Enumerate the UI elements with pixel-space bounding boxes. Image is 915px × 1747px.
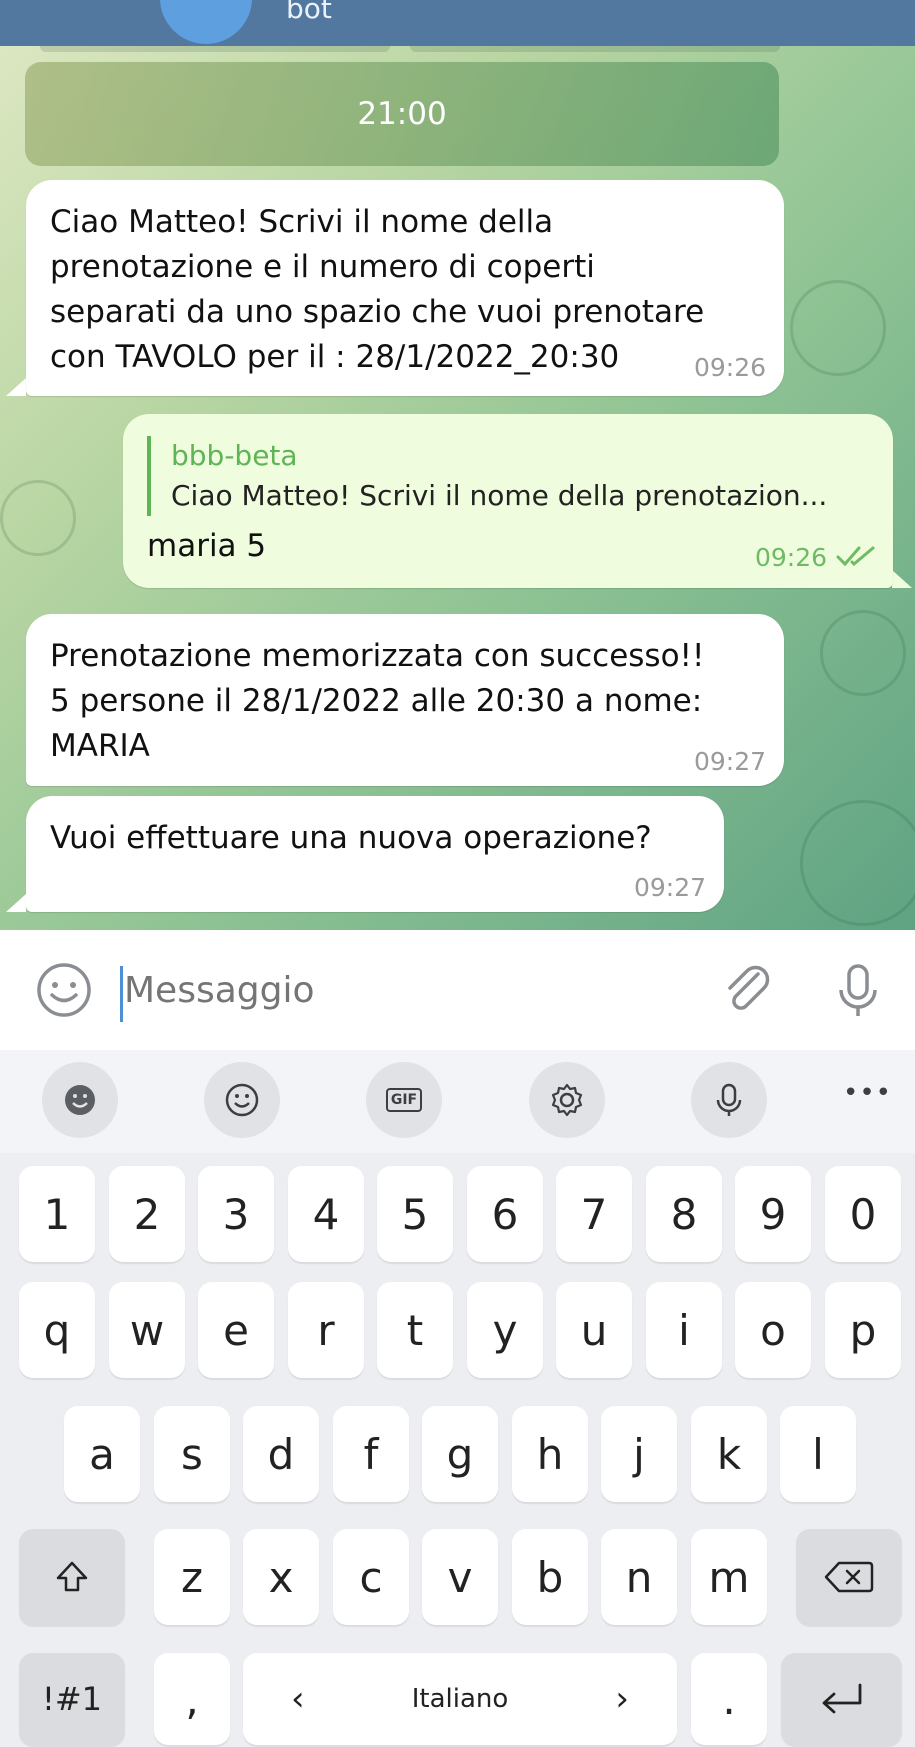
- message-text: Prenotazione memorizzata con successo!! …: [50, 638, 705, 764]
- key-comma[interactable]: ,: [154, 1653, 230, 1745]
- key-z[interactable]: z: [154, 1529, 230, 1625]
- message-bubble-incoming[interactable]: Vuoi effettuare una nuova operazione? 09…: [26, 796, 724, 912]
- enter-key[interactable]: [781, 1653, 902, 1745]
- background-doodle: [820, 610, 906, 696]
- message-time: 09:27: [693, 747, 766, 776]
- background-doodle: [800, 800, 915, 926]
- chat-header[interactable]: bot: [0, 0, 915, 46]
- key-7[interactable]: 7: [556, 1166, 632, 1262]
- language-prev-icon: ‹: [291, 1679, 305, 1719]
- pinned-bar: [410, 46, 780, 52]
- sticker-icon: [65, 1085, 95, 1115]
- key-9[interactable]: 9: [735, 1166, 811, 1262]
- key-3[interactable]: 3: [198, 1166, 274, 1262]
- background-doodle: [790, 280, 886, 376]
- key-0[interactable]: 0: [825, 1166, 901, 1262]
- key-j[interactable]: j: [601, 1406, 677, 1502]
- message-bubble-incoming[interactable]: Prenotazione memorizzata con successo!! …: [26, 614, 784, 786]
- key-i[interactable]: i: [646, 1282, 722, 1378]
- symbols-key[interactable]: !#1: [19, 1653, 125, 1745]
- message-bubble-incoming[interactable]: Ciao Matteo! Scrivi il nome della prenot…: [26, 180, 784, 396]
- space-key[interactable]: ‹ Italiano ›: [243, 1653, 677, 1745]
- backspace-key[interactable]: [796, 1529, 902, 1625]
- message-text: Ciao Matteo! Scrivi il nome della prenot…: [50, 204, 705, 375]
- key-m[interactable]: m: [691, 1529, 767, 1625]
- key-6[interactable]: 6: [467, 1166, 543, 1262]
- key-a[interactable]: a: [64, 1406, 140, 1502]
- message-bubble-outgoing[interactable]: bbb-beta Ciao Matteo! Scrivi il nome del…: [123, 414, 893, 588]
- key-b[interactable]: b: [512, 1529, 588, 1625]
- settings-icon: [551, 1083, 583, 1117]
- key-8[interactable]: 8: [646, 1166, 722, 1262]
- chat-area: bot 21:00 Ciao Matteo! Scrivi il nome de…: [0, 0, 915, 930]
- message-text: Vuoi effettuare una nuova operazione?: [50, 820, 652, 856]
- key-p[interactable]: p: [825, 1282, 901, 1378]
- key-n[interactable]: n: [601, 1529, 677, 1625]
- bubble-tail: [6, 894, 26, 912]
- key-r[interactable]: r: [288, 1282, 364, 1378]
- key-w[interactable]: w: [109, 1282, 185, 1378]
- header-subtitle: bot: [286, 0, 332, 25]
- date-chip: 21:00: [25, 62, 779, 166]
- message-text: maria 5: [147, 528, 267, 564]
- message-time: 09:27: [633, 873, 706, 902]
- voice-icon: [716, 1083, 742, 1116]
- smiley-icon: [225, 1083, 259, 1117]
- bubble-tail: [892, 570, 912, 588]
- avatar[interactable]: [160, 0, 252, 44]
- key-5[interactable]: 5: [377, 1166, 453, 1262]
- key-g[interactable]: g: [422, 1406, 498, 1502]
- key-k[interactable]: k: [691, 1406, 767, 1502]
- mic-icon[interactable]: [828, 960, 888, 1020]
- bubble-tail: [6, 378, 26, 396]
- sticker-button[interactable]: [42, 1062, 118, 1138]
- emoji-icon[interactable]: [34, 960, 94, 1020]
- key-2[interactable]: 2: [109, 1166, 185, 1262]
- key-c[interactable]: c: [333, 1529, 409, 1625]
- double-check-icon: [836, 546, 875, 567]
- text-cursor: [120, 966, 123, 1022]
- pinned-bar: [40, 46, 390, 52]
- key-d[interactable]: d: [243, 1406, 319, 1502]
- background-doodle: [0, 480, 76, 556]
- settings-button[interactable]: [529, 1062, 605, 1138]
- key-u[interactable]: u: [556, 1282, 632, 1378]
- key-l[interactable]: l: [780, 1406, 856, 1502]
- key-h[interactable]: h: [512, 1406, 588, 1502]
- reply-preview[interactable]: bbb-beta Ciao Matteo! Scrivi il nome del…: [147, 436, 827, 516]
- reply-author: bbb-beta: [171, 439, 298, 472]
- language-next-icon: ›: [615, 1679, 629, 1719]
- gif-button[interactable]: GIF: [366, 1062, 442, 1138]
- key-e[interactable]: e: [198, 1282, 274, 1378]
- message-time: 09:26: [693, 353, 766, 382]
- backspace-icon: [824, 1561, 874, 1593]
- language-label: Italiano: [411, 1684, 509, 1714]
- message-input[interactable]: [124, 970, 684, 1011]
- key-y[interactable]: y: [467, 1282, 543, 1378]
- shift-icon: [56, 1561, 88, 1592]
- key-f[interactable]: f: [333, 1406, 409, 1502]
- key-s[interactable]: s: [154, 1406, 230, 1502]
- message-time: 09:26: [754, 543, 827, 572]
- key-4[interactable]: 4: [288, 1166, 364, 1262]
- key-x[interactable]: x: [243, 1529, 319, 1625]
- gif-icon: GIF: [385, 1088, 423, 1112]
- reply-text: Ciao Matteo! Scrivi il nome della prenot…: [171, 479, 828, 512]
- key-v[interactable]: v: [422, 1529, 498, 1625]
- enter-icon: [822, 1683, 861, 1714]
- more-icon[interactable]: •••: [843, 1078, 892, 1108]
- voice-input-button[interactable]: [691, 1062, 767, 1138]
- key-period[interactable]: .: [691, 1653, 767, 1745]
- shift-key[interactable]: [19, 1529, 125, 1625]
- emoji-keyboard-button[interactable]: [204, 1062, 280, 1138]
- key-t[interactable]: t: [377, 1282, 453, 1378]
- key-q[interactable]: q: [19, 1282, 95, 1378]
- attach-icon[interactable]: [718, 960, 778, 1020]
- date-chip-label: 21:00: [357, 96, 447, 132]
- key-1[interactable]: 1: [19, 1166, 95, 1262]
- keyboard-toolbar: GIF •••: [0, 1050, 915, 1153]
- key-o[interactable]: o: [735, 1282, 811, 1378]
